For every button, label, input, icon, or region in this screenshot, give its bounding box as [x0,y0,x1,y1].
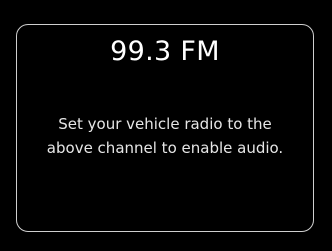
instruction-text: Set your vehicle radio to the above chan… [31,112,299,160]
instruction-line-1: Set your vehicle radio to the [58,115,272,133]
radio-frequency: 99.3 FM [110,36,220,67]
instruction-line-2: above channel to enable audio. [46,139,284,157]
radio-channel-panel: 99.3 FM Set your vehicle radio to the ab… [16,24,314,232]
